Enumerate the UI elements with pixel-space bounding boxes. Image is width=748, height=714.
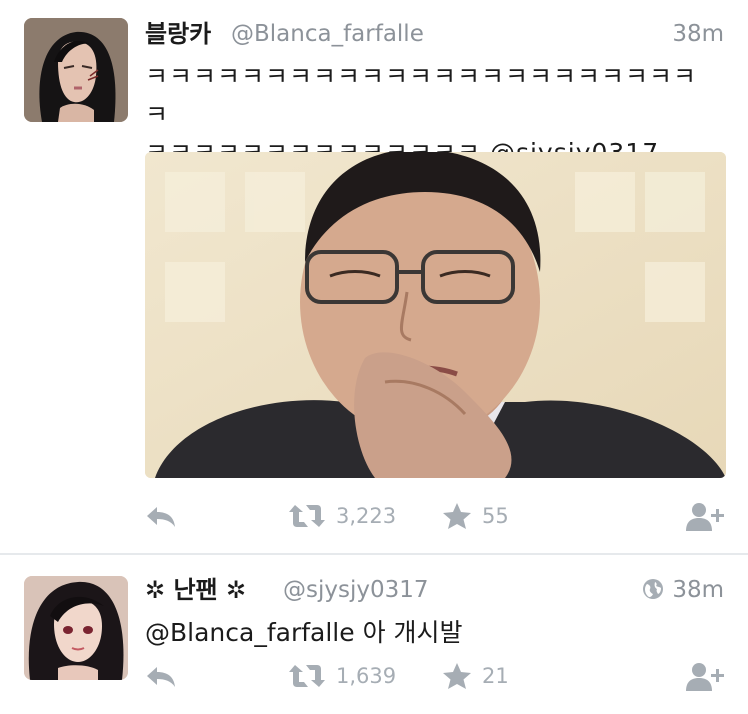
avatar-image bbox=[24, 18, 128, 122]
retweet-count: 1,639 bbox=[336, 664, 397, 688]
reply-button[interactable] bbox=[145, 658, 177, 694]
reply-icon bbox=[147, 507, 175, 527]
follow-button[interactable] bbox=[686, 498, 724, 534]
photo-image bbox=[145, 152, 726, 478]
follow-button[interactable] bbox=[686, 658, 724, 694]
tweet-actions: 3,223 55 bbox=[145, 498, 724, 534]
avatar[interactable] bbox=[24, 18, 128, 122]
reply-icon bbox=[147, 667, 175, 687]
retweet-button[interactable]: 1,639 bbox=[288, 658, 396, 694]
mention-link[interactable]: @Blanca_farfalle bbox=[145, 618, 355, 647]
display-name[interactable]: ✲ 난팬 ✲ bbox=[145, 572, 246, 608]
favorite-count: 55 bbox=[482, 504, 509, 528]
avatar[interactable] bbox=[24, 576, 128, 680]
tweet-divider bbox=[0, 553, 748, 555]
favorite-button[interactable]: 55 bbox=[442, 498, 509, 534]
retweet-icon bbox=[289, 665, 325, 687]
tweet-photo[interactable] bbox=[145, 152, 726, 478]
retweet-count: 3,223 bbox=[336, 504, 397, 528]
favorite-star-icon bbox=[443, 503, 471, 529]
favorite-count: 21 bbox=[482, 664, 509, 688]
timestamp[interactable]: 38m bbox=[672, 16, 724, 52]
timestamp-group[interactable]: 38m bbox=[642, 572, 724, 608]
avatar-image bbox=[24, 576, 128, 680]
tweet-header: 블랑카 @Blanca_farfalle 38m bbox=[145, 16, 724, 56]
reply-button[interactable] bbox=[145, 498, 177, 534]
display-name[interactable]: 블랑카 bbox=[145, 16, 211, 52]
favorite-star-icon bbox=[443, 663, 471, 689]
user-handle[interactable]: @Blanca_farfalle bbox=[231, 16, 424, 52]
tweet-header: ✲ 난팬 ✲ @sjysjy0317 38m bbox=[145, 572, 724, 612]
tweet-text-rest: 아 개시발 bbox=[354, 618, 463, 647]
tweet-1[interactable]: 블랑카 @Blanca_farfalle 38m ㅋㅋㅋㅋㅋㅋㅋㅋㅋㅋㅋㅋㅋㅋㅋ… bbox=[0, 0, 748, 553]
tweet-actions: 1,639 21 bbox=[145, 658, 724, 694]
globe-icon bbox=[643, 578, 664, 599]
tweet-text-line1: ㅋㅋㅋㅋㅋㅋㅋㅋㅋㅋㅋㅋㅋㅋㅋㅋㅋㅋㅋㅋㅋㅋㅋㅋ bbox=[145, 62, 698, 129]
follow-user-icon bbox=[686, 663, 724, 691]
favorite-button[interactable]: 21 bbox=[442, 658, 509, 694]
user-handle[interactable]: @sjysjy0317 bbox=[283, 572, 429, 608]
timestamp: 38m bbox=[672, 577, 724, 603]
tweet-text: @Blanca_farfalle 아 개시발 bbox=[145, 614, 724, 652]
tweet-2[interactable]: ✲ 난팬 ✲ @sjysjy0317 38m @Blanca_farfalle … bbox=[0, 556, 748, 714]
follow-user-icon bbox=[686, 503, 724, 531]
retweet-icon bbox=[289, 505, 325, 527]
retweet-button[interactable]: 3,223 bbox=[288, 498, 396, 534]
